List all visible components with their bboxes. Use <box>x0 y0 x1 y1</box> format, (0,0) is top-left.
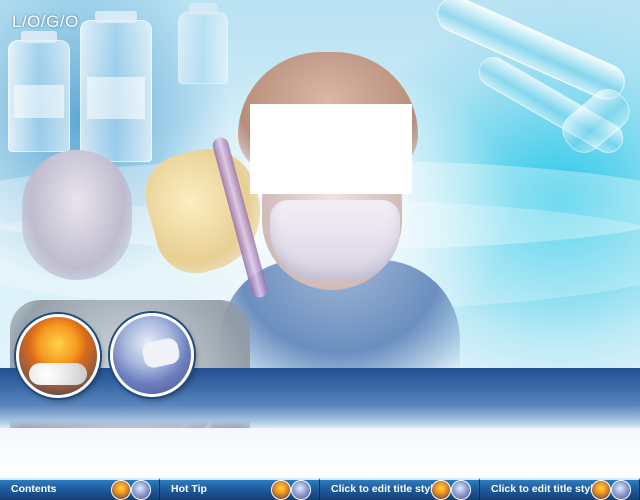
logo-text: L/O/G/O <box>12 12 79 31</box>
thumbnail-label: Click to edit title style <box>491 483 599 495</box>
surgeon-photo <box>110 313 194 397</box>
slide-canvas: L/O/G/O Contents Hot Tip Click to edit t… <box>0 0 640 500</box>
medicine-pills-photo <box>16 314 100 398</box>
pills-thumb-icon <box>111 480 131 500</box>
gloved-hand <box>22 150 132 280</box>
pills-thumb-icon <box>431 480 451 500</box>
lab-bottle <box>80 11 152 162</box>
surgeon-thumb-icon <box>451 480 471 500</box>
surgeon-thumb-icon <box>291 480 311 500</box>
surgical-mask <box>270 200 400 280</box>
title-placeholder-box[interactable] <box>250 104 412 194</box>
thumbnail-title-style[interactable]: Click to edit title style <box>320 478 480 500</box>
surgeon-thumb-icon <box>611 480 631 500</box>
thumbnail-label: Click to edit title style <box>331 483 439 495</box>
lab-bottle <box>8 31 70 152</box>
lab-bottle <box>178 3 228 84</box>
thumbnail-hot-tip[interactable]: Hot Tip <box>160 478 320 500</box>
thumbnail-contents[interactable]: Contents <box>0 478 160 500</box>
thumbnail-label: Hot Tip <box>171 483 207 495</box>
thumbnail-title-style[interactable]: Click to edit title style <box>480 478 640 500</box>
slide-thumbnail-strip: Contents Hot Tip Click to edit title sty… <box>0 478 640 500</box>
pills-thumb-icon <box>591 480 611 500</box>
surgeon-thumb-icon <box>131 480 151 500</box>
thumbnail-label: Contents <box>11 483 57 495</box>
pills-thumb-icon <box>271 480 291 500</box>
decorative-blue-band <box>0 368 640 430</box>
footer-light-area <box>0 428 640 478</box>
